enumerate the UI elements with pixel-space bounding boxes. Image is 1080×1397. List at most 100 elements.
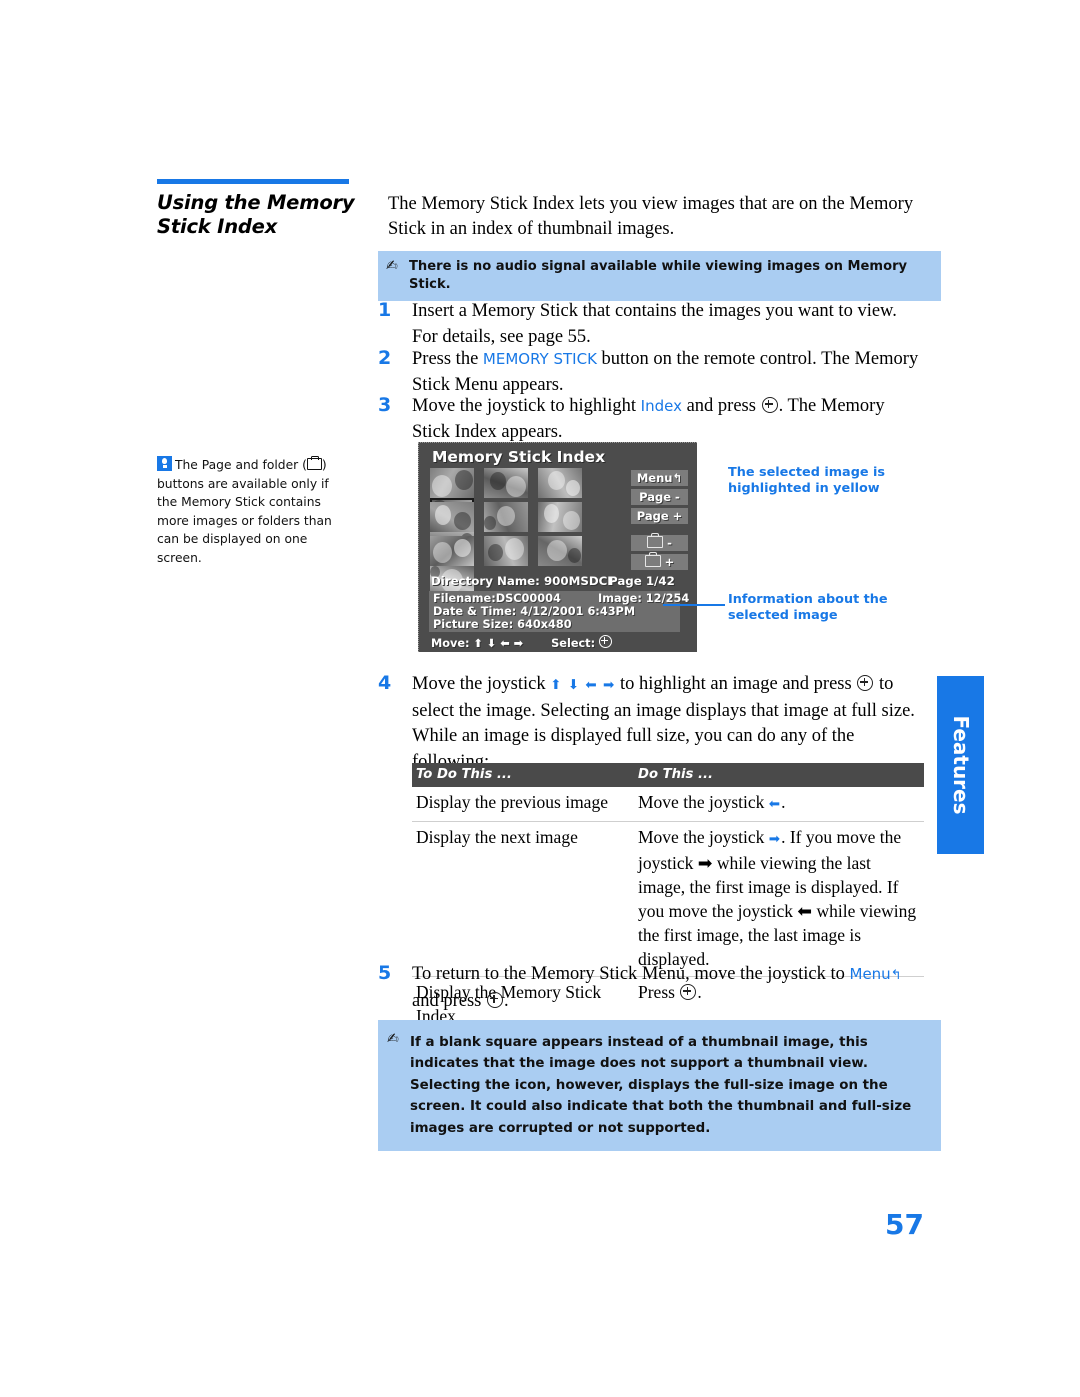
thumbnail-item[interactable] bbox=[484, 502, 529, 532]
screen-info-panel: Filename:DSC00004 Image: 12/254 Date & T… bbox=[429, 591, 689, 632]
step-1: 1 Insert a Memory Stick that contains th… bbox=[378, 299, 923, 350]
menu-return-arrow-icon: ↰ bbox=[890, 968, 902, 983]
page-number: 57 bbox=[885, 1208, 924, 1241]
thumbnail-item[interactable] bbox=[484, 536, 529, 566]
step-3-mid: and press bbox=[681, 396, 761, 416]
screen-page-indicator: Page 1/42 bbox=[609, 574, 675, 588]
step-5-mid: and press bbox=[412, 990, 486, 1011]
enter-button-icon bbox=[599, 635, 613, 648]
step-4-pre: Move the joystick bbox=[412, 674, 551, 694]
screen-button-menu[interactable]: Menu↰ bbox=[631, 470, 688, 486]
memory-stick-index-screen: Memory Stick Index Menu↰ Page - Page + -… bbox=[418, 442, 697, 652]
step-4-mid: to highlight an image and press bbox=[615, 674, 857, 694]
folder-icon bbox=[644, 552, 661, 567]
step-5-post: . bbox=[503, 990, 509, 1011]
screen-button-folder-plus[interactable]: + bbox=[631, 552, 688, 570]
step-3-text: Move the joystick to highlight Index and… bbox=[412, 394, 923, 445]
screen-button-folder-plus-label: + bbox=[664, 555, 675, 569]
joystick-arrows-icon: ⬆ ⬇ ⬅ ➡ bbox=[550, 677, 616, 693]
folder-icon bbox=[306, 455, 322, 470]
result-text: Move the joystick bbox=[638, 792, 769, 812]
step-3: 3 Move the joystick to highlight Index a… bbox=[378, 394, 923, 445]
section-tab-label: Features bbox=[949, 715, 973, 815]
step-2-number: 2 bbox=[378, 347, 392, 369]
joystick-right-icon: ➡ bbox=[768, 831, 782, 847]
screen-button-page-minus[interactable]: Page - bbox=[631, 489, 688, 505]
pen-note-icon: ✍ bbox=[386, 258, 398, 274]
thumbnail-item[interactable] bbox=[484, 468, 529, 498]
section-accent-rule bbox=[157, 179, 349, 184]
index-menu-label: Index bbox=[640, 397, 682, 415]
thumbnail-row bbox=[430, 468, 627, 528]
thumbnail-row bbox=[430, 536, 627, 596]
table-cell-result: Move the joystick ➡. If you move the joy… bbox=[634, 821, 924, 977]
thumbnail-item[interactable] bbox=[430, 468, 474, 498]
screen-select-label: Select: bbox=[551, 637, 596, 650]
intro-paragraph: The Memory Stick Index lets you view ima… bbox=[388, 194, 914, 239]
thumbnail-row bbox=[430, 502, 627, 562]
table-row: Display the next image Move the joystick… bbox=[412, 821, 924, 977]
thumbnail-item[interactable] bbox=[538, 502, 583, 532]
thumbnail-item[interactable] bbox=[430, 502, 474, 532]
page-title: Using the Memory Stick Index bbox=[157, 191, 355, 238]
folder-icon bbox=[647, 533, 664, 548]
step-4: 4 Move the joystick ⬆ ⬇ ⬅ ➡ to highlight… bbox=[378, 672, 923, 775]
screen-button-menu-label: Menu bbox=[636, 471, 673, 485]
lightbulb-icon bbox=[157, 456, 172, 471]
table-row: Display the previous image Move the joys… bbox=[412, 787, 924, 822]
memory-stick-button-label: MEMORY STICK bbox=[482, 350, 597, 368]
screen-button-page-plus[interactable]: Page + bbox=[631, 508, 688, 524]
step-2-text: Press the MEMORY STICK button on the rem… bbox=[412, 347, 923, 398]
callout-blank-square-text: If a blank square appears instead of a t… bbox=[410, 1034, 912, 1136]
table-header-row: To Do This ... Do This ... bbox=[412, 763, 924, 787]
menu-return-arrow-icon: ↰ bbox=[672, 471, 683, 485]
thumbnail-grid bbox=[430, 468, 627, 596]
step-4-text: Move the joystick ⬆ ⬇ ⬅ ➡ to highlight a… bbox=[412, 672, 923, 775]
result-text-post: . bbox=[781, 792, 786, 812]
screen-hint-bar: Move: ⬆ ⬇ ⬅ ➡ Select: bbox=[431, 635, 613, 650]
tip-note: The Page and folder () buttons are avail… bbox=[157, 455, 352, 568]
table-cell-action: Display the next image bbox=[412, 821, 634, 977]
menu-label: Menu bbox=[849, 965, 891, 983]
result-text-post: . If you move the joystick ➡ while viewi… bbox=[638, 827, 917, 969]
step-5-pre: To return to the Memory Stick Menu, move… bbox=[412, 964, 850, 984]
tip-text-after: ) buttons are available only if the Memo… bbox=[157, 458, 332, 565]
callout-audio-text: There is no audio signal available while… bbox=[409, 259, 908, 292]
step-3-number: 3 bbox=[378, 394, 392, 416]
step-5: 5 To return to the Memory Stick Menu, mo… bbox=[378, 962, 923, 1014]
enter-button-icon bbox=[486, 991, 503, 1008]
step-1-text: Insert a Memory Stick that contains the … bbox=[412, 301, 897, 347]
annotation-selected-info: Information about the selected image bbox=[728, 592, 888, 623]
table-header-do-this: Do This ... bbox=[634, 763, 924, 787]
enter-button-icon bbox=[761, 397, 778, 413]
annotation-selected-highlight: The selected image is highlighted in yel… bbox=[728, 465, 885, 496]
thumbnail-item[interactable] bbox=[538, 536, 583, 566]
screen-button-folder-minus[interactable]: - bbox=[631, 533, 688, 551]
callout-blank-square-note: ✍ If a blank square appears instead of a… bbox=[378, 1020, 941, 1151]
screen-move-label: Move: bbox=[431, 637, 470, 650]
thumbnail-item[interactable] bbox=[430, 536, 474, 566]
step-4-number: 4 bbox=[378, 672, 392, 694]
screen-move-arrows-icon: ⬆ ⬇ ⬅ ➡ bbox=[473, 637, 524, 650]
table-header-to-do-this: To Do This ... bbox=[412, 763, 634, 787]
screen-directory-name: Directory Name: 900MSDCF bbox=[431, 574, 616, 588]
screen-title: Memory Stick Index bbox=[432, 448, 606, 466]
pen-note-icon: ✍ bbox=[387, 1031, 399, 1047]
joystick-left-icon: ⬅ bbox=[768, 796, 782, 812]
section-tab-features: Features bbox=[937, 676, 984, 854]
table-cell-result: Move the joystick ⬅. bbox=[634, 787, 924, 822]
thumbnail-item[interactable] bbox=[538, 468, 583, 498]
screen-info-picture-size: Picture Size: 640x480 bbox=[433, 618, 572, 631]
step-1-number: 1 bbox=[378, 299, 392, 321]
step-3-pre: Move the joystick to highlight bbox=[412, 396, 641, 416]
table-cell-action: Display the previous image bbox=[412, 787, 634, 822]
tip-text-before: The Page and folder ( bbox=[175, 458, 307, 472]
result-text: Move the joystick bbox=[638, 827, 769, 847]
step-2: 2 Press the MEMORY STICK button on the r… bbox=[378, 347, 923, 398]
callout-audio-note: ✍ There is no audio signal available whi… bbox=[378, 251, 941, 301]
enter-button-icon bbox=[857, 675, 874, 691]
screen-info-datetime: Date & Time: 4/12/2001 6:43PM bbox=[433, 605, 636, 618]
step-5-text: To return to the Memory Stick Menu, move… bbox=[412, 962, 923, 1014]
step-2-pre: Press the bbox=[412, 349, 483, 369]
step-5-number: 5 bbox=[378, 962, 392, 984]
